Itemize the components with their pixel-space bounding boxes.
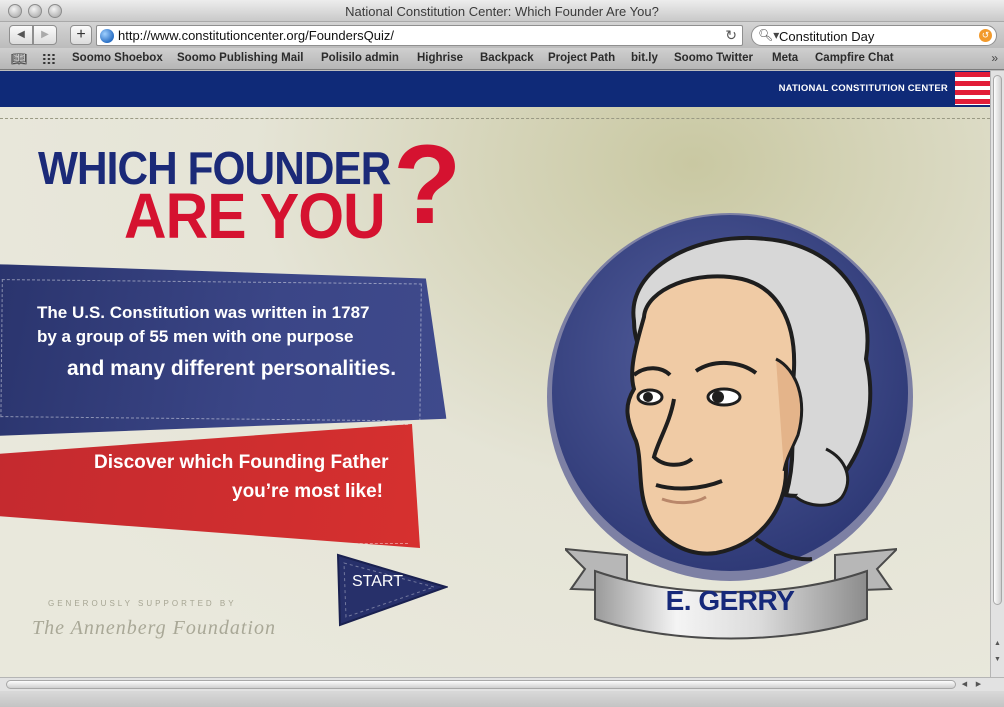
vertical-scroll-thumb[interactable] [993, 75, 1002, 605]
bookmark-campfire-chat[interactable]: Campfire Chat [815, 52, 894, 64]
annenberg-foundation-logo: The Annenberg Foundation [32, 617, 276, 639]
vertical-scrollbar[interactable]: ▲ ▼ [990, 71, 1004, 677]
scroll-down-arrow-icon[interactable]: ▼ [991, 653, 1004, 666]
headline-are-you: ARE YOU [124, 180, 386, 252]
bookmark-backpack[interactable]: Backpack [480, 52, 534, 64]
title-bar: National Constitution Center: Which Foun… [0, 0, 1004, 22]
quiz-intro: WHICH FOUNDER ARE YOU ? The U.S. Constit… [0, 107, 990, 677]
intro-text-line-2: by a group of 55 men with one purpose [37, 327, 354, 346]
horizontal-scroll-thumb[interactable] [6, 680, 956, 689]
founder-portrait [547, 213, 913, 581]
start-button-label[interactable]: START [352, 573, 403, 591]
founder-name: E. GERRY [665, 585, 795, 616]
flag-stripes-logo[interactable] [955, 72, 990, 105]
cta-text-line-2: you’re most like! [232, 481, 383, 502]
bookmark-polisilo-admin[interactable]: Polisilo admin [321, 52, 399, 64]
address-bar[interactable]: http://www.constitutioncenter.org/Founde… [96, 25, 743, 46]
forward-button[interactable]: ▶ [33, 25, 57, 45]
bookmark-project-path[interactable]: Project Path [548, 52, 615, 64]
top-sites-grid-icon[interactable] [42, 53, 56, 65]
search-field[interactable]: 🔍︎▾ Constitution Day ↺ [751, 25, 997, 46]
bookmark-soomo-publishing-mail[interactable]: Soomo Publishing Mail [177, 52, 304, 64]
add-bookmark-button[interactable]: + [70, 25, 92, 45]
bookmark-meta[interactable]: Meta [772, 52, 798, 64]
bookmarks-bar: 📖︎ Soomo Shoebox Soomo Publishing Mail P… [0, 48, 1004, 70]
snapback-icon[interactable]: ↺ [979, 29, 992, 42]
reload-icon[interactable]: ↻ [725, 27, 737, 44]
bookmark-soomo-twitter[interactable]: Soomo Twitter [674, 52, 753, 64]
status-bar [0, 691, 1004, 707]
bookmark-highrise[interactable]: Highrise [417, 52, 463, 64]
site-header: NATIONAL CONSTITUTION CENTER [0, 71, 990, 107]
back-arrow-icon: ◀ [17, 29, 25, 40]
web-page: NATIONAL CONSTITUTION CENTER WHICH FOUND… [0, 71, 990, 677]
dotted-divider [0, 118, 990, 119]
horizontal-scrollbar[interactable]: ◀ ▶ [0, 677, 1004, 691]
url-text[interactable]: http://www.constitutioncenter.org/Founde… [118, 28, 394, 43]
bookmarks-book-icon[interactable]: 📖︎ [11, 51, 28, 67]
globe-icon [100, 29, 114, 43]
site-brand[interactable]: NATIONAL CONSTITUTION CENTER [779, 83, 948, 94]
cta-text-line-1: Discover which Founding Father [94, 452, 389, 473]
search-input[interactable]: Constitution Day [779, 29, 874, 44]
more-bookmarks-chevron-icon[interactable]: » [991, 51, 998, 65]
forward-arrow-icon: ▶ [41, 29, 49, 40]
headline-question-mark: ? [393, 122, 462, 247]
search-icon[interactable]: 🔍︎▾ [758, 28, 779, 42]
bookmark-bitly[interactable]: bit.ly [631, 52, 658, 64]
browser-toolbar: ◀ ▶ + http://www.constitutioncenter.org/… [0, 22, 1004, 48]
intro-text-line-3: and many different personalities. [67, 357, 397, 380]
intro-text-line-1: The U.S. Constitution was written in 178… [37, 303, 370, 322]
bookmark-soomo-shoebox[interactable]: Soomo Shoebox [72, 52, 163, 64]
scroll-up-arrow-icon[interactable]: ▲ [991, 637, 1004, 650]
scroll-left-arrow-icon[interactable]: ◀ [958, 678, 971, 691]
window-title: National Constitution Center: Which Foun… [345, 4, 659, 19]
banner-stitching [0, 279, 421, 421]
scroll-right-arrow-icon[interactable]: ▶ [972, 678, 985, 691]
intro-banner [0, 264, 448, 441]
supported-by-label: GENEROUSLY SUPPORTED BY [48, 599, 237, 608]
back-button[interactable]: ◀ [9, 25, 33, 45]
